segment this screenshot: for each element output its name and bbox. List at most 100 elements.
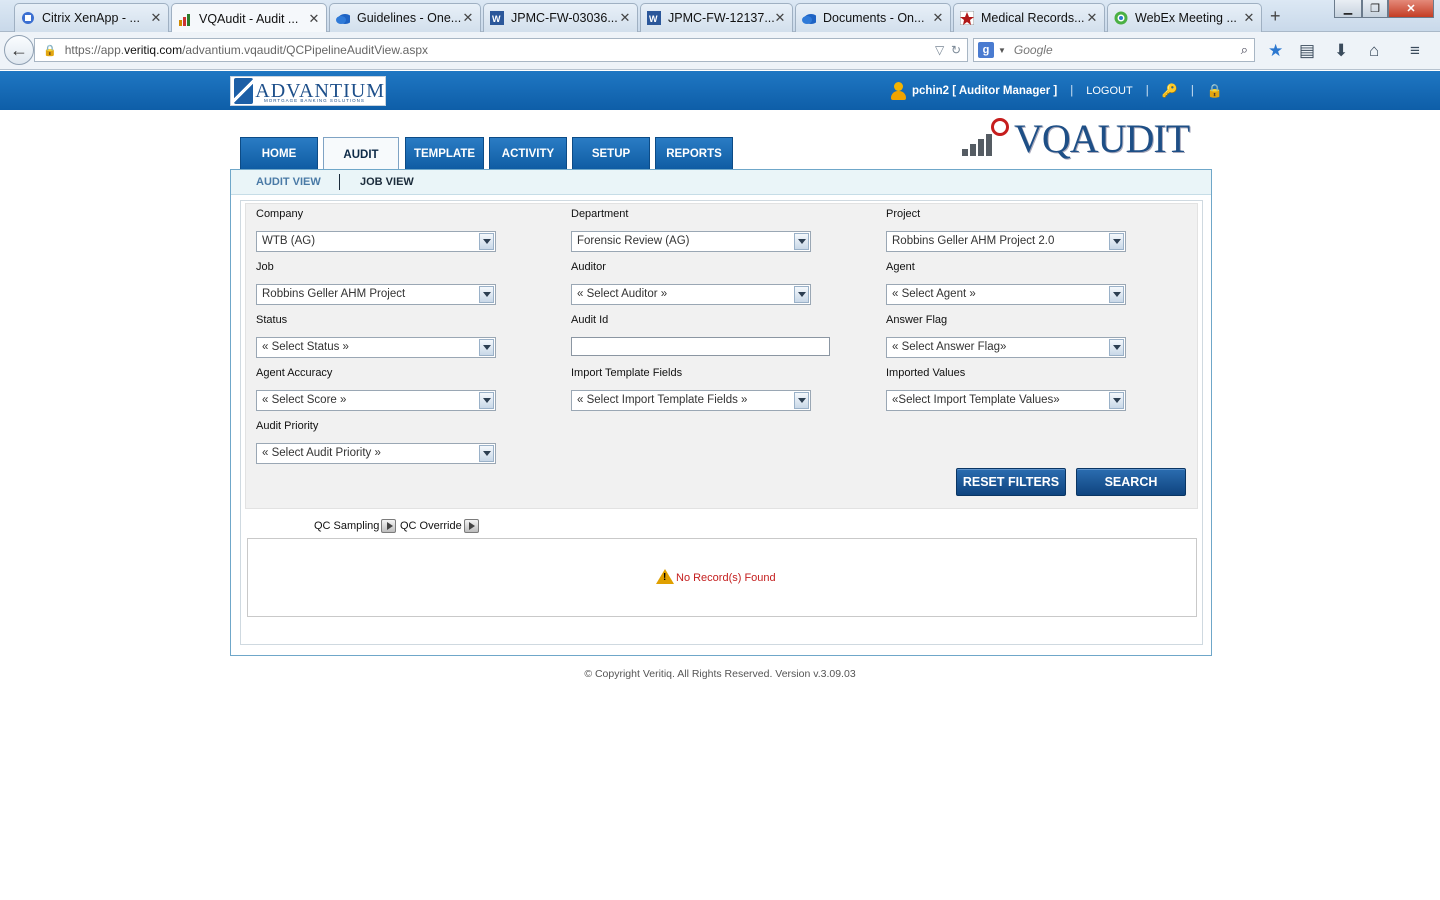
tab-audit[interactable]: AUDIT (323, 137, 399, 171)
import-template-fields-label: Import Template Fields (571, 367, 683, 379)
chevron-down-icon[interactable]: ▼ (998, 46, 1006, 55)
answer-flag-value: « Select Answer Flag» (892, 341, 1007, 353)
imported-values-select[interactable]: «Select Import Template Values» (886, 390, 1126, 411)
chevron-down-icon[interactable] (1109, 339, 1124, 356)
chevron-down-icon[interactable] (479, 445, 494, 462)
audit-priority-field: Audit Priority « Select Audit Priority » (256, 420, 496, 464)
tab-template[interactable]: TEMPLATE (405, 137, 484, 170)
browser-tab-citrix[interactable]: Citrix XenApp - ... ✕ (14, 3, 169, 32)
close-icon[interactable]: ✕ (150, 10, 162, 26)
project-label: Project (886, 208, 921, 220)
chevron-down-icon[interactable] (1109, 233, 1124, 250)
chevron-down-icon[interactable] (794, 392, 809, 409)
import-template-fields-select[interactable]: « Select Import Template Fields » (571, 390, 811, 411)
play-icon[interactable] (463, 519, 479, 533)
logout-link[interactable]: LOGOUT (1086, 85, 1132, 97)
onedrive-icon (336, 11, 350, 25)
vqaudit-icon (178, 12, 192, 26)
company-label: Company (256, 208, 304, 220)
subnav-job-view[interactable]: JOB VIEW (360, 176, 414, 188)
url-prefix: https://app. (64, 43, 125, 57)
tab-setup[interactable]: SETUP (572, 137, 650, 170)
auditor-select[interactable]: « Select Auditor » (571, 284, 811, 305)
project-select[interactable]: Robbins Geller AHM Project 2.0 (886, 231, 1126, 252)
bar-chart-icon (962, 134, 992, 156)
close-icon[interactable]: ✕ (619, 10, 631, 26)
close-icon[interactable]: ✕ (1086, 10, 1098, 26)
status-field: Status « Select Status » (256, 314, 496, 358)
browser-tab-documents[interactable]: Documents - On... ✕ (795, 3, 951, 32)
close-icon[interactable]: ✕ (774, 10, 786, 26)
browser-tab-medical-records[interactable]: Medical Records... ✕ (953, 3, 1105, 32)
download-icon[interactable]: ⬇ (1334, 41, 1348, 61)
advantium-logo[interactable]: ADVANTIUM MORTGAGE BANKING SOLUTIONS (230, 76, 386, 106)
home-icon[interactable]: ⌂ (1369, 41, 1379, 61)
no-records-message: ! No Record(s) Found (656, 569, 776, 584)
audit-priority-value: « Select Audit Priority » (262, 447, 381, 459)
play-icon[interactable] (381, 519, 397, 533)
key-icon[interactable]: 🔑 (1162, 83, 1178, 99)
close-icon[interactable]: ✕ (462, 10, 474, 26)
agent-accuracy-field: Agent Accuracy « Select Score » (256, 367, 496, 411)
chevron-down-icon[interactable] (794, 233, 809, 250)
tab-home[interactable]: HOME (240, 137, 318, 170)
chevron-down-icon[interactable] (479, 392, 494, 409)
browser-tab-webex[interactable]: WebEx Meeting ... ✕ (1107, 3, 1262, 32)
department-field: Department Forensic Review (AG) (571, 208, 811, 252)
search-button[interactable]: SEARCH (1076, 468, 1186, 496)
status-select[interactable]: « Select Status » (256, 337, 496, 358)
chevron-down-icon[interactable] (1109, 392, 1124, 409)
tab-activity[interactable]: ACTIVITY (489, 137, 567, 170)
browser-tab-jpmc-1[interactable]: W JPMC-FW-03036... ✕ (483, 3, 638, 32)
audit-id-field: Audit Id (571, 314, 830, 356)
close-icon[interactable]: ✕ (932, 10, 944, 26)
minimize-icon[interactable]: ▁ (1334, 0, 1362, 18)
url-host: veritiq.com (124, 43, 183, 57)
user-info: pchin2 [ Auditor Manager ] | LOGOUT | 🔑 … (890, 71, 1223, 110)
chevron-down-icon[interactable] (794, 286, 809, 303)
subnav-audit-view[interactable]: AUDIT VIEW (256, 176, 321, 188)
menu-icon[interactable]: ≡ (1410, 41, 1420, 61)
answer-flag-select[interactable]: « Select Answer Flag» (886, 337, 1126, 358)
qc-override-toggle[interactable]: QC Override (400, 519, 479, 533)
bookmarks-list-icon[interactable]: ▤ (1299, 41, 1315, 61)
chevron-down-icon[interactable] (479, 233, 494, 250)
citrix-icon (21, 11, 35, 25)
back-arrow-icon[interactable]: ← (4, 35, 34, 65)
window-close-icon[interactable]: ✕ (1388, 0, 1434, 18)
qc-sampling-toggle[interactable]: QC Sampling (314, 519, 397, 533)
results-area: ! No Record(s) Found (247, 538, 1197, 617)
close-icon[interactable]: ✕ (308, 11, 320, 27)
search-icon[interactable]: ⌕ (1241, 42, 1248, 58)
reset-filters-button[interactable]: RESET FILTERS (956, 468, 1066, 496)
browser-tab-vqaudit[interactable]: VQAudit - Audit ... ✕ (171, 3, 327, 33)
search-box[interactable]: g ▼ Google ⌕ (973, 38, 1255, 62)
close-icon[interactable]: ✕ (1243, 10, 1255, 26)
agent-accuracy-select[interactable]: « Select Score » (256, 390, 496, 411)
qc-sampling-label: QC Sampling (314, 520, 380, 532)
brand-sub: MORTGAGE BANKING SOLUTIONS (264, 98, 365, 103)
chevron-down-icon[interactable] (1109, 286, 1124, 303)
audit-priority-select[interactable]: « Select Audit Priority » (256, 443, 496, 464)
browser-tab-jpmc-2[interactable]: W JPMC-FW-12137... ✕ (640, 3, 793, 32)
maximize-icon[interactable]: ❐ (1362, 0, 1388, 18)
chevron-down-icon[interactable] (479, 339, 494, 356)
divider: | (1145, 84, 1149, 97)
department-label: Department (571, 208, 629, 220)
chevron-down-icon[interactable] (479, 286, 494, 303)
agent-select[interactable]: « Select Agent » (886, 284, 1126, 305)
bookmark-star-icon[interactable]: ★ (1268, 41, 1283, 61)
job-select[interactable]: Robbins Geller AHM Project (256, 284, 496, 305)
reload-icon[interactable]: ▽ ↻ (935, 43, 961, 57)
lock-icon[interactable]: 🔒 (1207, 83, 1223, 99)
project-value: Robbins Geller AHM Project 2.0 (892, 235, 1055, 247)
new-tab-icon[interactable]: + (1270, 6, 1281, 27)
status-value: « Select Status » (262, 341, 349, 353)
company-select[interactable]: WTB (AG) (256, 231, 496, 252)
tab-reports[interactable]: REPORTS (655, 137, 733, 170)
address-bar[interactable]: 🔒 https://app. veritiq.com/advantium.vqau… (34, 38, 968, 62)
department-select[interactable]: Forensic Review (AG) (571, 231, 811, 252)
star-icon (960, 11, 974, 25)
audit-id-input[interactable] (571, 337, 830, 356)
browser-tab-guidelines[interactable]: Guidelines - One... ✕ (329, 3, 481, 32)
